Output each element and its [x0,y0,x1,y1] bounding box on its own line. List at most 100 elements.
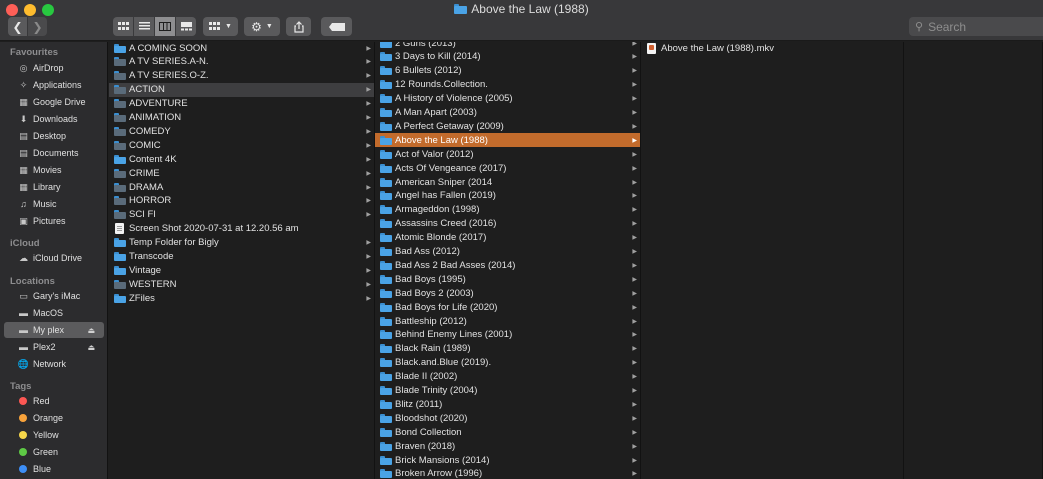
eject-icon[interactable]: ⏏ [87,326,95,335]
list-item[interactable]: A TV SERIES.A-N. ▶ [109,55,374,69]
list-item[interactable]: Atomic Blonde (2017) ▶ [375,231,640,245]
sidebar-heading-locations: Locations [10,276,55,287]
list-item[interactable]: Above the Law (1988).mkv [641,42,903,55]
column-browser-2[interactable]: 2 Guns (2013) ▶ 3 Days to Kill (2014) ▶ 6 Bu… [375,42,641,479]
list-item[interactable]: A TV SERIES.O-Z. ▶ [109,69,374,83]
list-item-label: 6 Bullets (2012) [395,65,462,77]
sidebar-item-macos[interactable]: ▬ MacOS [4,305,104,321]
action-menu-button[interactable]: ⚙ ▼ [244,17,280,36]
list-item[interactable]: 6 Bullets (2012) ▶ [375,64,640,78]
sidebar-item-tag-red[interactable]: Red [4,393,104,409]
list-item[interactable]: Temp Folder for Bigly ▶ [109,236,374,250]
list-item[interactable]: A Perfect Getaway (2009) ▶ [375,119,640,133]
sidebar-item-tag-orange[interactable]: Orange [4,410,104,426]
list-item[interactable]: Behind Enemy Lines (2001) ▶ [375,328,640,342]
list-item[interactable]: Blade II (2002) ▶ [375,370,640,384]
list-view-button[interactable] [134,17,155,36]
list-item[interactable]: 2 Guns (2013) ▶ [375,42,640,50]
list-item[interactable]: DRAMA ▶ [109,180,374,194]
alias-folder-icon [114,85,126,95]
column-view-button[interactable] [155,17,176,36]
sidebar-item-tag-yellow[interactable]: Yellow [4,427,104,443]
view-mode-control[interactable] [113,17,196,36]
list-item[interactable]: Brick Mansions (2014) ▶ [375,453,640,467]
group-by-button[interactable]: ▼ [203,17,238,36]
sidebar-item-desktop[interactable]: ▤ Desktop [4,128,104,144]
folder-icon [114,154,126,164]
list-item[interactable]: CRIME ▶ [109,166,374,180]
list-item[interactable]: COMEDY ▶ [109,124,374,138]
sidebar-item-icloud-drive[interactable]: ☁ iCloud Drive [4,250,104,266]
sidebar-item-pictures[interactable]: ▣ Pictures [4,213,104,229]
list-item[interactable]: A Man Apart (2003) ▶ [375,106,640,120]
list-item[interactable]: Bad Ass (2012) ▶ [375,245,640,259]
sidebar-item-music[interactable]: ♫ Music [4,196,104,212]
list-item[interactable]: ACTION ▶ [109,82,374,97]
column-browser-3[interactable]: Above the Law (1988).mkv [641,42,904,479]
eject-icon[interactable]: ⏏ [87,343,95,352]
list-item[interactable]: Transcode ▶ [109,250,374,264]
list-item[interactable]: Broken Arrow (1996) ▶ [375,467,640,479]
list-item[interactable]: Screen Shot 2020-07-31 at 12.20.56 am [109,222,374,236]
sidebar-item-movies[interactable]: ▦ Movies [4,162,104,178]
list-item[interactable]: Bad Boys 2 (2003) ▶ [375,286,640,300]
column-browser-1[interactable]: A COMING SOON ▶ A TV SERIES.A-N. ▶ A TV SERI… [109,42,375,479]
list-item[interactable]: SCI FI ▶ [109,208,374,222]
list-item[interactable]: Acts Of Vengeance (2017) ▶ [375,161,640,175]
list-item[interactable]: Bad Ass 2 Bad Asses (2014) ▶ [375,258,640,272]
forward-button[interactable]: ❯ [28,17,47,36]
sidebar-item-library[interactable]: ▦ Library [4,179,104,195]
list-item[interactable]: Vintage ▶ [109,263,374,277]
list-item[interactable]: Blitz (2011) ▶ [375,397,640,411]
list-item[interactable]: Bond Collection ▶ [375,425,640,439]
sidebar-item-applications[interactable]: ✧ Applications [4,77,104,93]
edit-tags-button[interactable] [321,17,352,36]
sidebar-item-label: Gary's iMac [33,291,81,301]
list-item[interactable]: Angel has Fallen (2019) ▶ [375,189,640,203]
list-item[interactable]: ZFiles ▶ [109,291,374,305]
list-item[interactable]: Bloodshot (2020) ▶ [375,411,640,425]
list-item[interactable]: Content 4K ▶ [109,152,374,166]
list-item[interactable]: Bad Boys for Life (2020) ▶ [375,300,640,314]
list-item[interactable]: WESTERN ▶ [109,277,374,291]
sidebar-item-documents[interactable]: ▤ Documents [4,145,104,161]
list-item[interactable]: Armageddon (1998) ▶ [375,203,640,217]
list-item[interactable]: Braven (2018) ▶ [375,439,640,453]
search-field[interactable]: ⚲ Search [909,17,1043,36]
sidebar-item-network[interactable]: 🌐 Network [4,356,104,372]
list-item[interactable]: ANIMATION ▶ [109,111,374,125]
sidebar-item-my-plex[interactable]: ▬ My plex ⏏ [4,322,104,338]
list-item[interactable]: 12 Rounds.Collection. ▶ [375,78,640,92]
list-item[interactable]: Black Rain (1989) ▶ [375,342,640,356]
list-item[interactable]: HORROR ▶ [109,194,374,208]
list-item[interactable]: ADVENTURE ▶ [109,97,374,111]
list-item[interactable]: Above the Law (1988) ▶ [375,133,640,148]
share-button[interactable] [286,17,311,36]
back-button[interactable]: ❮ [8,17,27,36]
list-item[interactable]: Act of Valor (2012) ▶ [375,147,640,161]
list-item[interactable]: Bad Boys (1995) ▶ [375,272,640,286]
list-item[interactable]: Black.and.Blue (2019). ▶ [375,356,640,370]
list-item[interactable]: American Sniper (2014 ▶ [375,175,640,189]
list-item[interactable]: Assassins Creed (2016) ▶ [375,217,640,231]
list-item-label: ADVENTURE [129,98,188,110]
sidebar-item-tag-green[interactable]: Green [4,444,104,460]
list-item[interactable]: Battleship (2012) ▶ [375,314,640,328]
list-item-label: American Sniper (2014 [395,176,493,188]
list-item[interactable]: Blade Trinity (2004) ▶ [375,384,640,398]
list-item[interactable]: 3 Days to Kill (2014) ▶ [375,50,640,64]
list-item[interactable]: A COMING SOON ▶ [109,42,374,55]
gallery-view-button[interactable] [176,17,196,36]
list-item[interactable]: COMIC ▶ [109,138,374,152]
sidebar-item-downloads[interactable]: ⬇ Downloads [4,111,104,127]
folder-icon [114,265,126,275]
tag-dot-icon [19,465,27,473]
sidebar-item-google-drive[interactable]: ▦ Google Drive [4,94,104,110]
list-item[interactable]: A History of Violence (2005) ▶ [375,92,640,106]
disclosure-arrow-icon: ▶ [632,193,637,200]
icon-view-button[interactable] [113,17,134,36]
sidebar-item-plex2[interactable]: ▬ Plex2 ⏏ [4,339,104,355]
sidebar-item-garys-imac[interactable]: ▭ Gary's iMac [4,288,104,304]
sidebar-item-airdrop[interactable]: ◎ AirDrop [4,60,104,76]
sidebar-item-tag-blue[interactable]: Blue [4,461,104,477]
